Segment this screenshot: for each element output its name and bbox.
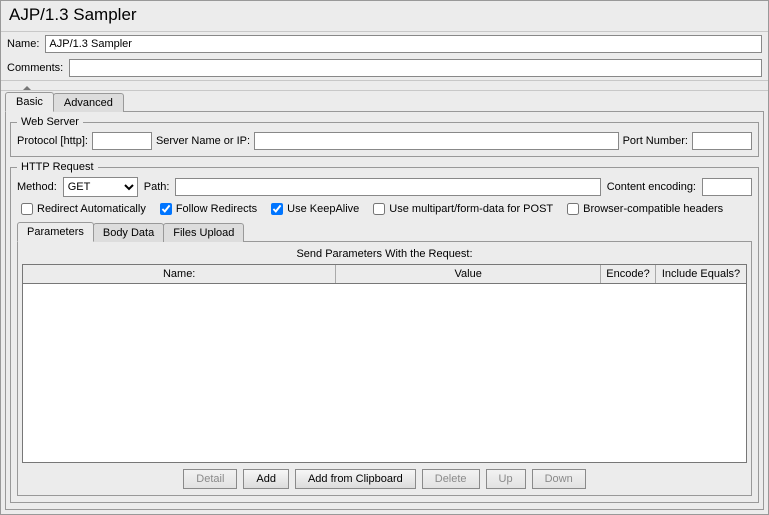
collapse-notch-icon[interactable]: [1, 85, 768, 91]
delete-button[interactable]: Delete: [422, 469, 480, 489]
port-label: Port Number:: [623, 135, 688, 147]
http-request-group: HTTP Request Method: GET Path: Content e…: [10, 161, 759, 503]
tab-advanced[interactable]: Advanced: [53, 93, 124, 112]
cb-redirect-auto[interactable]: Redirect Automatically: [21, 203, 146, 215]
protocol-label: Protocol [http]:: [17, 135, 88, 147]
cb-follow-redirects-box[interactable]: [160, 203, 172, 215]
col-name[interactable]: Name:: [23, 265, 336, 283]
method-label: Method:: [17, 181, 57, 193]
down-button[interactable]: Down: [532, 469, 586, 489]
tab-body-data[interactable]: Body Data: [93, 223, 164, 242]
name-label: Name:: [7, 38, 39, 50]
cb-multipart-box[interactable]: [373, 203, 385, 215]
col-value[interactable]: Value: [336, 265, 601, 283]
main-tabstrip: Basic Advanced: [1, 91, 768, 111]
name-input[interactable]: [45, 35, 762, 53]
cb-multipart[interactable]: Use multipart/form-data for POST: [373, 203, 553, 215]
inner-tabstrip: Parameters Body Data Files Upload: [17, 221, 752, 241]
col-encode[interactable]: Encode?: [601, 265, 656, 283]
sampler-panel: AJP/1.3 Sampler Name: Comments: Basic Ad…: [0, 0, 769, 515]
up-button[interactable]: Up: [486, 469, 526, 489]
encoding-input[interactable]: [702, 178, 752, 196]
tab-parameters[interactable]: Parameters: [17, 222, 94, 242]
encoding-label: Content encoding:: [607, 181, 696, 193]
add-button[interactable]: Add: [243, 469, 289, 489]
port-input[interactable]: [692, 132, 752, 150]
cb-keepalive-box[interactable]: [271, 203, 283, 215]
col-include-equals[interactable]: Include Equals?: [656, 265, 746, 283]
comments-input[interactable]: [69, 59, 762, 77]
protocol-input[interactable]: [92, 132, 152, 150]
parameters-table[interactable]: Name: Value Encode? Include Equals?: [22, 264, 747, 463]
panel-title: AJP/1.3 Sampler: [1, 1, 768, 32]
table-body[interactable]: [23, 284, 746, 462]
cb-browser-headers-box[interactable]: [567, 203, 579, 215]
table-header: Name: Value Encode? Include Equals?: [23, 265, 746, 284]
path-input[interactable]: [175, 178, 600, 196]
cb-redirect-auto-box[interactable]: [21, 203, 33, 215]
path-label: Path:: [144, 181, 170, 193]
cb-follow-redirects[interactable]: Follow Redirects: [160, 203, 257, 215]
web-server-group: Web Server Protocol [http]: Server Name …: [10, 116, 759, 157]
parameters-body: Send Parameters With the Request: Name: …: [17, 241, 752, 496]
tab-files-upload[interactable]: Files Upload: [163, 223, 244, 242]
comments-label: Comments:: [7, 62, 63, 74]
cb-browser-headers[interactable]: Browser-compatible headers: [567, 203, 723, 215]
table-buttons: Detail Add Add from Clipboard Delete Up …: [22, 463, 747, 491]
add-from-clipboard-button[interactable]: Add from Clipboard: [295, 469, 416, 489]
parameters-title: Send Parameters With the Request:: [22, 246, 747, 264]
method-select[interactable]: GET: [63, 177, 138, 197]
cb-keepalive[interactable]: Use KeepAlive: [271, 203, 359, 215]
http-request-legend: HTTP Request: [17, 161, 98, 173]
server-input[interactable]: [254, 132, 619, 150]
detail-button[interactable]: Detail: [183, 469, 237, 489]
web-server-legend: Web Server: [17, 116, 83, 128]
tab-basic-body: Web Server Protocol [http]: Server Name …: [5, 111, 764, 510]
tab-basic[interactable]: Basic: [5, 92, 54, 112]
server-label: Server Name or IP:: [156, 135, 250, 147]
